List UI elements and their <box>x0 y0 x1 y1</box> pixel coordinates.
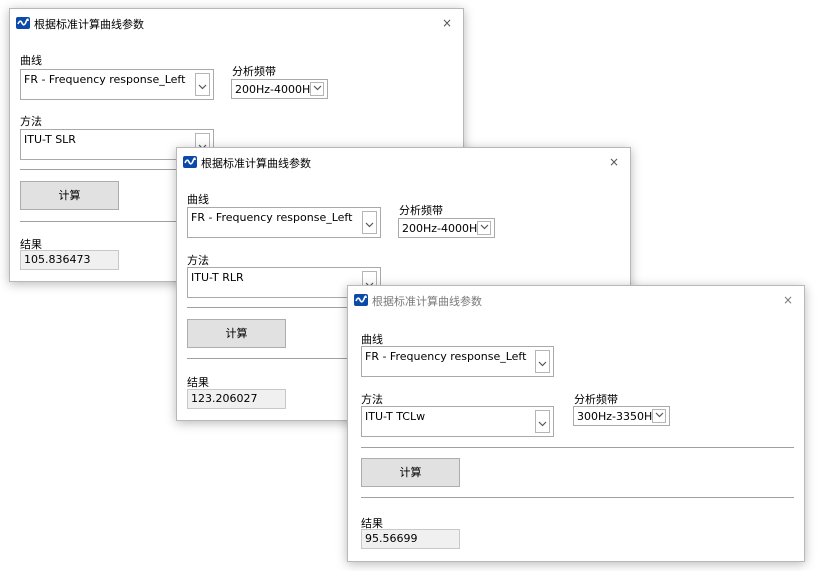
curve-select[interactable]: FR - Frequency response_Left <box>361 346 554 377</box>
band-label: 分析频带 <box>232 65 276 78</box>
curve-label: 曲线 <box>20 54 42 67</box>
dropdown-button[interactable] <box>535 350 550 373</box>
method-select-value: ITU-T SLR <box>24 133 76 146</box>
close-icon[interactable]: × <box>437 13 457 33</box>
dropdown-button[interactable] <box>535 410 550 433</box>
chevron-down-icon <box>538 421 547 427</box>
close-icon[interactable]: × <box>778 290 798 310</box>
chevron-down-icon <box>198 84 207 90</box>
curve-select[interactable]: FR - Frequency response_Left <box>187 207 381 238</box>
waveform-icon <box>16 17 30 29</box>
chevron-down-icon <box>480 224 489 230</box>
dialog-tclw: 根据标准计算曲线参数 × 曲线 FR - Frequency response_… <box>347 285 805 562</box>
waveform-icon <box>354 294 368 306</box>
method-select-value: ITU-T TCLw <box>365 410 426 423</box>
dialog-title: 根据标准计算曲线参数 <box>372 295 482 308</box>
title-bar[interactable]: 根据标准计算曲线参数 × <box>177 148 630 177</box>
title-bar[interactable]: 根据标准计算曲线参数 × <box>348 286 804 315</box>
curve-label: 曲线 <box>361 333 383 346</box>
band-label: 分析频带 <box>399 204 443 217</box>
curve-select-value: FR - Frequency response_Left <box>24 73 186 86</box>
method-label: 方法 <box>187 254 209 267</box>
method-select-value: ITU-T RLR <box>191 271 244 284</box>
curve-select-value: FR - Frequency response_Left <box>365 350 527 363</box>
title-bar[interactable]: 根据标准计算曲线参数 × <box>10 9 463 38</box>
band-label: 分析频带 <box>574 393 618 406</box>
dialog-title: 根据标准计算曲线参数 <box>34 18 144 31</box>
curve-select[interactable]: FR - Frequency response_Left <box>20 69 214 100</box>
screenshot-stage: 根据标准计算曲线参数 × 曲线 FR - Frequency response_… <box>0 0 817 571</box>
dropdown-button[interactable] <box>477 221 491 235</box>
method-label: 方法 <box>20 115 42 128</box>
dropdown-button[interactable] <box>362 211 377 234</box>
dropdown-button[interactable] <box>195 73 210 96</box>
band-select[interactable]: 200Hz-4000Hz <box>398 218 495 238</box>
chevron-down-icon <box>655 412 664 418</box>
dropdown-button[interactable] <box>652 409 666 423</box>
band-select[interactable]: 300Hz-3350Hz <box>573 406 670 426</box>
chevron-down-icon <box>313 85 322 91</box>
divider <box>361 447 794 448</box>
result-field[interactable]: 123.206027 <box>187 389 286 409</box>
curve-select-value: FR - Frequency response_Left <box>191 211 353 224</box>
divider <box>361 497 794 498</box>
waveform-icon <box>183 156 197 168</box>
curve-label: 曲线 <box>187 193 209 206</box>
chevron-down-icon <box>538 361 547 367</box>
band-select-value: 200Hz-4000Hz <box>402 222 484 235</box>
band-select-value: 200Hz-4000Hz <box>235 83 317 96</box>
compute-button[interactable]: 计算 <box>361 458 460 487</box>
compute-button[interactable]: 计算 <box>20 181 119 210</box>
dropdown-button[interactable] <box>310 82 324 96</box>
dialog-title: 根据标准计算曲线参数 <box>201 157 311 170</box>
method-select[interactable]: ITU-T TCLw <box>361 406 554 437</box>
close-icon[interactable]: × <box>604 152 624 172</box>
band-select[interactable]: 200Hz-4000Hz <box>231 79 328 99</box>
result-label: 结果 <box>187 376 209 389</box>
result-field[interactable]: 105.836473 <box>20 250 119 270</box>
chevron-down-icon <box>365 222 374 228</box>
method-label: 方法 <box>361 393 383 406</box>
band-select-value: 300Hz-3350Hz <box>577 410 659 423</box>
compute-button[interactable]: 计算 <box>187 319 286 348</box>
result-field[interactable]: 95.56699 <box>361 529 460 549</box>
